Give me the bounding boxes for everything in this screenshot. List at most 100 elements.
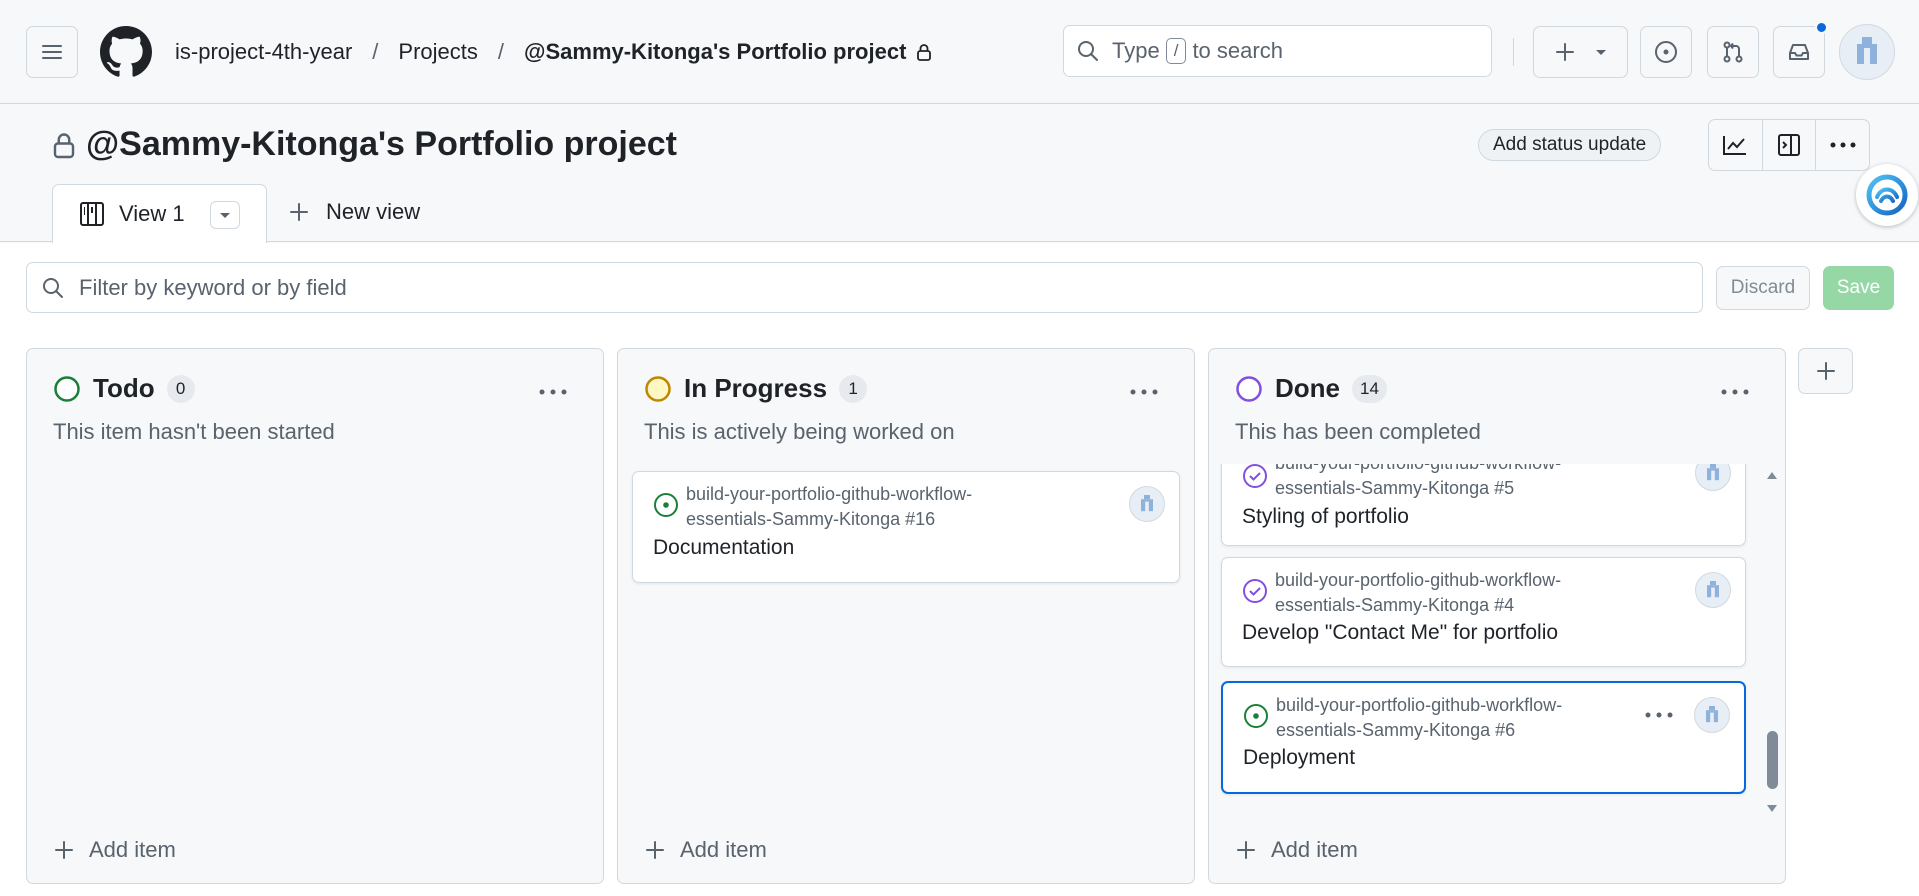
tab-label: View 1	[119, 201, 185, 226]
copilot-icon	[1866, 174, 1908, 216]
board-icon	[80, 202, 104, 226]
page-title: @Sammy-Kitonga's Portfolio project	[52, 125, 677, 164]
issue-closed-icon	[1243, 579, 1267, 603]
header-divider	[1513, 38, 1514, 66]
column-description: This item hasn't been started	[53, 419, 335, 444]
card-title[interactable]: Develop "Contact Me" for portfolio	[1242, 621, 1558, 645]
card-title[interactable]: Documentation	[653, 536, 794, 560]
insights-button[interactable]	[1709, 120, 1763, 170]
card-menu-button[interactable]	[1645, 705, 1673, 723]
search-suffix: to search	[1192, 38, 1283, 63]
column-description: This has been completed	[1235, 419, 1481, 444]
project-more-button[interactable]	[1816, 120, 1869, 170]
menu-button[interactable]	[26, 26, 78, 78]
discard-button[interactable]: Discard	[1716, 266, 1810, 310]
search-shortcut-key: /	[1165, 38, 1187, 64]
column-description: This is actively being worked on	[644, 419, 955, 444]
card-repo[interactable]: build-your-portfolio-github-workflow- es…	[1276, 693, 1646, 743]
add-column-button[interactable]	[1798, 348, 1853, 394]
breadcrumb-project[interactable]: @Sammy-Kitonga's Portfolio project	[524, 39, 906, 65]
pull-requests-button[interactable]	[1707, 26, 1759, 78]
avatar-icon	[1707, 581, 1719, 600]
tab-options-button[interactable]	[210, 201, 240, 229]
assignee-avatar[interactable]	[1694, 697, 1730, 733]
lock-icon	[917, 44, 932, 61]
column-scroll-area[interactable]: build-your-portfolio-github-workflow- es…	[1209, 464, 1785, 839]
plus-icon	[1555, 43, 1574, 61]
add-item-button[interactable]: Add item	[1235, 837, 1358, 863]
item-card-selected[interactable]: build-your-portfolio-github-workflow- es…	[1221, 681, 1746, 794]
avatar-icon	[1707, 464, 1719, 483]
column-title: In Progress	[684, 373, 828, 403]
column-in-progress: In Progress 1 This is actively being wor…	[617, 348, 1195, 884]
issue-opened-icon	[1655, 41, 1677, 63]
column-count: 0	[166, 374, 195, 403]
scroll-down-icon[interactable]	[1765, 803, 1779, 815]
column-menu-button[interactable]	[1130, 371, 1158, 402]
global-header: is-project-4th-year / Projects / @Sammy-…	[0, 0, 1919, 104]
copilot-button[interactable]	[1856, 164, 1918, 226]
search-input[interactable]: Type / to search	[1063, 25, 1492, 77]
add-status-update-button[interactable]: Add status update	[1478, 129, 1662, 161]
column-menu-button[interactable]	[1721, 371, 1749, 402]
card-repo[interactable]: build-your-portfolio-github-workflow- es…	[686, 482, 1056, 532]
new-view-button[interactable]: New view	[288, 199, 420, 225]
card-repo[interactable]: build-your-portfolio-github-workflow- es…	[1275, 464, 1645, 501]
card-repo[interactable]: build-your-portfolio-github-workflow- es…	[1275, 568, 1645, 618]
side-panel-button[interactable]	[1763, 120, 1817, 170]
plus-icon	[290, 203, 308, 221]
assignee-avatar[interactable]	[1129, 486, 1165, 522]
card-title[interactable]: Styling of portfolio	[1242, 505, 1409, 529]
avatar[interactable]	[1839, 24, 1895, 80]
avatar-icon	[1141, 495, 1153, 514]
search-prefix: Type	[1112, 38, 1160, 63]
breadcrumb-org[interactable]: is-project-4th-year	[175, 39, 352, 65]
add-item-button[interactable]: Add item	[644, 837, 767, 863]
plus-icon	[1237, 841, 1255, 859]
card-repo-line: build-your-portfolio-github-workflow-	[1275, 570, 1562, 590]
lock-icon	[53, 132, 75, 158]
project-header: @Sammy-Kitonga's Portfolio project Add s…	[0, 105, 1919, 243]
card-repo-line: build-your-portfolio-github-workflow-	[1276, 695, 1563, 715]
card-repo-line: essentials-Sammy-Kitonga #6	[1276, 720, 1516, 740]
scrollbar[interactable]	[1765, 469, 1779, 844]
create-new-button[interactable]	[1533, 26, 1628, 78]
column-menu-button[interactable]	[539, 371, 567, 402]
breadcrumb-projects[interactable]: Projects	[398, 39, 477, 65]
board-area: Filter by keyword or by field Discard Sa…	[0, 243, 1919, 896]
inbox-icon	[1789, 44, 1809, 60]
item-card[interactable]: build-your-portfolio-github-workflow- es…	[632, 471, 1180, 583]
scrollbar-thumb[interactable]	[1767, 731, 1778, 789]
card-repo-line: essentials-Sammy-Kitonga #5	[1275, 478, 1515, 498]
filter-placeholder: Filter by keyword or by field	[79, 274, 347, 300]
assignee-avatar[interactable]	[1695, 464, 1731, 491]
filter-input[interactable]: Filter by keyword or by field	[26, 262, 1703, 313]
save-button[interactable]: Save	[1823, 266, 1894, 310]
chevron-down-icon	[220, 213, 230, 218]
breadcrumb-separator: /	[497, 39, 505, 64]
kebab-icon	[1645, 712, 1673, 718]
card-repo-line: essentials-Sammy-Kitonga #16	[686, 509, 936, 529]
github-logo-icon[interactable]	[100, 26, 152, 78]
search-icon	[43, 277, 63, 298]
tab-view-1[interactable]: View 1	[52, 184, 267, 243]
inbox-button[interactable]	[1773, 26, 1825, 78]
breadcrumb-separator: /	[372, 39, 379, 64]
column-todo: Todo 0 This item hasn't been started Add…	[26, 348, 604, 884]
card-title[interactable]: Deployment	[1243, 746, 1355, 770]
search-icon	[1078, 41, 1098, 61]
assignee-avatar[interactable]	[1695, 572, 1731, 608]
plus-icon	[55, 841, 73, 859]
column-count: 1	[839, 374, 868, 403]
issues-button[interactable]	[1640, 26, 1692, 78]
kebab-icon	[539, 389, 567, 395]
item-card[interactable]: build-your-portfolio-github-workflow- es…	[1221, 464, 1746, 546]
column-header: Done 14	[1235, 373, 1387, 404]
item-card[interactable]: build-your-portfolio-github-workflow- es…	[1221, 557, 1746, 667]
add-item-button[interactable]: Add item	[53, 837, 176, 863]
scroll-up-icon[interactable]	[1765, 469, 1779, 481]
card-repo-line: build-your-portfolio-github-workflow-	[686, 484, 973, 504]
add-item-label: Add item	[89, 837, 176, 862]
issue-closed-icon	[1243, 464, 1267, 488]
card-repo-line: essentials-Sammy-Kitonga #4	[1275, 595, 1515, 615]
